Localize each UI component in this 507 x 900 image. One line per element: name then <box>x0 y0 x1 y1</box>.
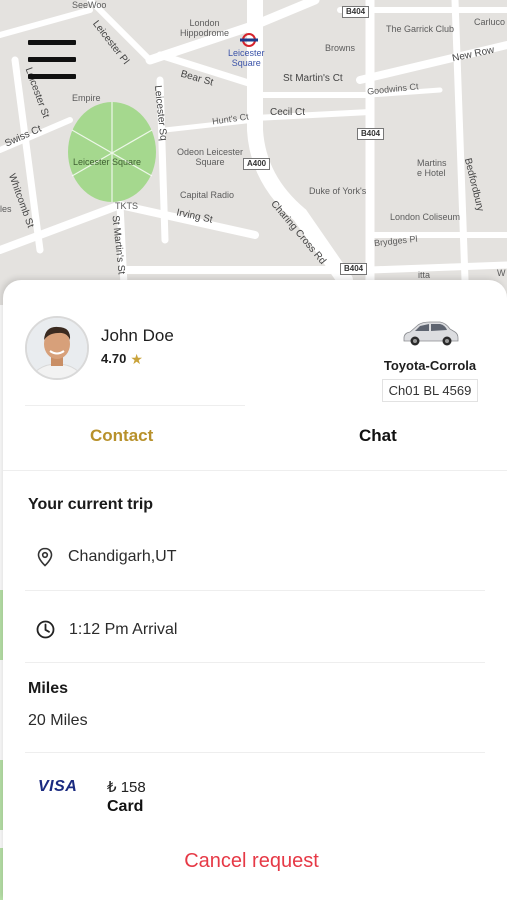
car-model: Toyota-Corrola <box>383 358 477 373</box>
trip-location: Chandigarh,UT <box>68 548 177 565</box>
payment-method: Card <box>107 798 144 815</box>
cancel-request-button[interactable]: Cancel request <box>3 850 500 873</box>
divider <box>3 470 507 471</box>
road-badge-b404-mid: B404 <box>357 128 385 140</box>
map-roads <box>0 0 507 305</box>
map-label-tkts: TKTS <box>115 201 139 211</box>
driver-rating: 4.70 ★ <box>101 351 143 366</box>
menu-bar-icon <box>28 40 76 45</box>
contact-tabs: Contact Chat <box>3 408 507 464</box>
divider <box>25 405 245 406</box>
trip-sheet: John Doe 4.70 ★ Toyota-Corrola Ch01 BL 4… <box>3 280 507 900</box>
map-label-seewoo: SeeWoo <box>72 0 107 10</box>
trip-arrival-row: 1:12 Pm Arrival <box>36 620 177 639</box>
distance-title: Miles <box>28 680 69 697</box>
rating-value: 4.70 <box>101 351 127 366</box>
map-label-cecil-ct: Cecil Ct <box>270 107 306 118</box>
map-label-odeon: Odeon Leicester Square <box>177 147 244 167</box>
map-label-browns: Browns <box>325 43 356 53</box>
map-label-garrick-club: The Garrick Club <box>386 24 455 34</box>
clock-icon <box>36 620 55 639</box>
driver-info: John Doe 4.70 ★ Toyota-Corrola Ch01 BL 4… <box>25 316 485 402</box>
menu-button[interactable] <box>28 40 76 82</box>
road-badge-b404-bottom: B404 <box>340 263 368 275</box>
map-label-leicester-square-station: Leicester Square <box>228 48 265 68</box>
tab-chat[interactable]: Chat <box>359 426 397 446</box>
car-icon <box>403 321 459 346</box>
payment-info: VISA ₺ 158 Card <box>38 776 338 826</box>
map-label-carluccio: Carluco <box>474 17 506 27</box>
map-label-empire: Empire <box>72 93 101 103</box>
road-badge-b404-top: B404 <box>342 6 370 18</box>
map-label-duke-of-yorks: Duke of York's <box>309 186 367 196</box>
tab-contact[interactable]: Contact <box>90 426 153 446</box>
map-label-martins-lane-hotel: Martins e Hotel <box>417 158 447 178</box>
driver-avatar <box>25 316 89 380</box>
map-view[interactable]: SeeWoo London Hippodrome Leicester Squar… <box>0 0 507 305</box>
menu-bar-icon <box>28 57 76 62</box>
driver-name: John Doe <box>101 326 174 345</box>
map-label-st-martins-ct: St Martin's Ct <box>283 73 343 84</box>
divider <box>25 662 485 663</box>
map-label-leicester-square-park: Leicester Square <box>73 157 142 167</box>
map-label-itta: itta <box>418 270 431 280</box>
map-label-w: W <box>497 268 506 278</box>
payment-amount: ₺ 158 <box>107 779 146 796</box>
map-label-london-hippodrome: London Hippodrome <box>180 18 230 38</box>
driver-photo-icon <box>27 318 87 378</box>
map-label-capital-radio: Capital Radio <box>180 190 235 200</box>
divider <box>25 590 485 591</box>
vehicle-info: Toyota-Corrola Ch01 BL 4569 <box>375 316 485 402</box>
license-plate: Ch01 BL 4569 <box>381 379 479 402</box>
divider <box>25 752 485 753</box>
map-label-london-coliseum: London Coliseum <box>390 212 461 222</box>
trip-section-title: Your current trip <box>28 496 154 513</box>
menu-bar-icon <box>28 74 76 79</box>
visa-logo: VISA <box>38 778 78 795</box>
trip-location-row: Chandigarh,UT <box>36 547 177 567</box>
location-pin-icon <box>37 547 53 567</box>
star-icon: ★ <box>130 350 143 367</box>
trip-arrival: 1:12 Pm Arrival <box>69 620 178 638</box>
map-label-les: les <box>0 204 12 214</box>
distance-value: 20 Miles <box>28 712 88 729</box>
road-badge-a400: A400 <box>243 158 271 170</box>
